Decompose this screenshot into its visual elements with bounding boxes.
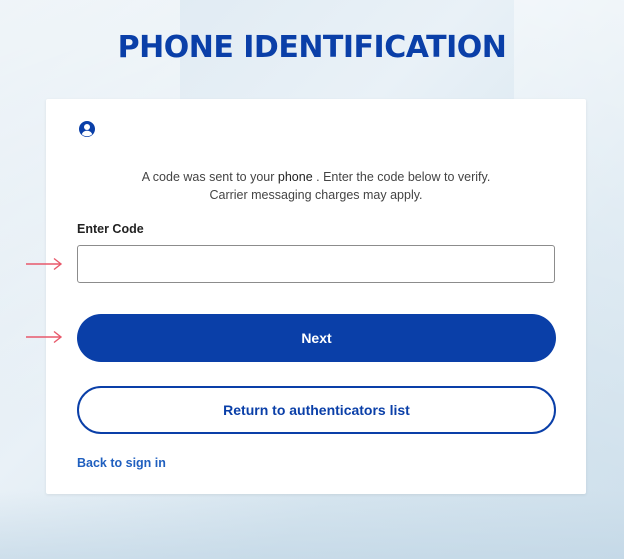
user-circle-icon bbox=[78, 120, 96, 138]
back-to-sign-in-link[interactable]: Back to sign in bbox=[77, 456, 166, 470]
verification-message-line-2: Carrier messaging charges may apply. bbox=[209, 188, 423, 202]
message-prefix: A code was sent to your bbox=[141, 170, 278, 184]
message-suffix: . Enter the code below to verify. bbox=[312, 170, 491, 184]
verification-card: A code was sent to your phone . Enter th… bbox=[46, 99, 586, 494]
enter-code-input[interactable] bbox=[77, 245, 555, 283]
return-to-authenticators-button[interactable]: Return to authenticators list bbox=[77, 386, 556, 434]
next-button[interactable]: Next bbox=[77, 314, 556, 362]
background-footer-fade bbox=[0, 489, 624, 559]
enter-code-label: Enter Code bbox=[77, 222, 144, 236]
page-title: PHONE IDENTIFICATION bbox=[117, 30, 507, 65]
annotation-arrow-next bbox=[26, 330, 63, 344]
annotation-arrow-input bbox=[26, 257, 63, 271]
verification-message: A code was sent to your phone . Enter th… bbox=[46, 168, 586, 204]
message-phone: phone bbox=[277, 170, 313, 184]
verification-message-line-1: A code was sent to your phone . Enter th… bbox=[46, 168, 586, 186]
